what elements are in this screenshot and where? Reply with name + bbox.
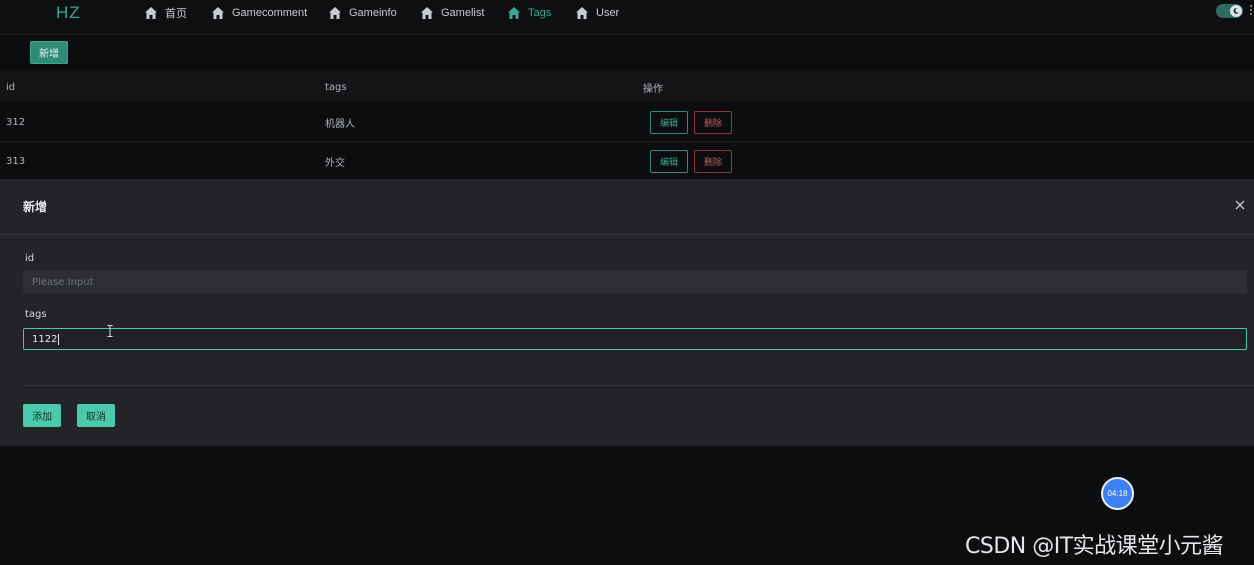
column-header-tags: tags — [325, 81, 347, 93]
dialog-divider — [0, 234, 1254, 235]
table-row: 313 外交 编辑 删除 — [0, 142, 1254, 181]
id-input[interactable]: Please Input — [23, 271, 1247, 293]
dark-mode-toggle[interactable] — [1216, 4, 1243, 18]
more-menu-icon[interactable] — [1250, 5, 1253, 17]
tags-input[interactable]: 1122 — [23, 328, 1247, 350]
id-input-placeholder: Please Input — [32, 276, 94, 288]
add-dialog: 新增 — [0, 179, 1254, 446]
row-tags: 机器人 — [325, 118, 355, 130]
nav-item-label: Tags — [528, 7, 552, 19]
nav-item-gameinfo[interactable]: Gameinfo — [328, 0, 397, 26]
field-label-id: id — [25, 253, 35, 264]
nav-item-gamelist[interactable]: Gamelist — [420, 0, 484, 26]
nav-item-label: 首页 — [165, 8, 187, 20]
home-icon — [329, 7, 341, 19]
column-header-id: id — [6, 81, 16, 93]
top-nav: HZ 首页 Gamecomment Gameinfo Gamelist Tags… — [0, 0, 1254, 35]
dialog-footer-divider — [23, 385, 1254, 386]
nav-item-label: Gameinfo — [349, 7, 397, 19]
column-header-actions: 操作 — [643, 83, 663, 95]
home-icon — [145, 7, 157, 19]
home-icon — [508, 7, 520, 19]
ibeam-cursor-icon — [107, 325, 113, 337]
delete-button[interactable]: 删除 — [694, 111, 732, 134]
nav-item-label: Gamelist — [441, 7, 485, 19]
tags-input-value: 1122 — [32, 333, 58, 345]
timer-badge[interactable]: 04:18 — [1101, 477, 1134, 510]
tags-table: id tags 操作 312 机器人 编辑 删除 313 外交 编辑 删除 — [0, 71, 1254, 181]
nav-item-home[interactable]: 首页 — [144, 0, 187, 26]
table-header: id tags 操作 — [0, 71, 1254, 103]
brand-logo[interactable]: HZ — [56, 3, 81, 23]
edit-button[interactable]: 编辑 — [650, 150, 688, 173]
moon-icon — [1233, 7, 1239, 14]
nav-item-label: User — [596, 7, 620, 19]
cancel-button[interactable]: 取消 — [77, 404, 115, 427]
nav-item-label: Gamecomment — [232, 7, 308, 19]
delete-button[interactable]: 删除 — [694, 150, 732, 173]
home-icon — [212, 7, 224, 19]
row-id: 312 — [6, 116, 26, 128]
row-id: 313 — [6, 155, 26, 167]
table-row: 312 机器人 编辑 删除 — [0, 103, 1254, 142]
submit-button[interactable]: 添加 — [23, 404, 61, 427]
toggle-knob — [1230, 5, 1242, 17]
row-tags: 外交 — [325, 157, 345, 169]
home-icon — [576, 7, 588, 19]
nav-item-user[interactable]: User — [575, 0, 619, 26]
dialog-title: 新增 — [23, 200, 48, 214]
field-label-tags: tags — [25, 309, 47, 320]
edit-button[interactable]: 编辑 — [650, 111, 688, 134]
home-icon — [421, 7, 433, 19]
nav-item-gamecomment[interactable]: Gamecomment — [211, 0, 307, 26]
text-caret — [58, 333, 60, 345]
add-button[interactable]: 新增 — [30, 41, 68, 64]
close-icon[interactable] — [1234, 199, 1246, 211]
nav-item-tags[interactable]: Tags — [507, 0, 551, 26]
page: HZ 首页 Gamecomment Gameinfo Gamelist Tags… — [0, 0, 1254, 565]
watermark-text: CSDN @IT实战课堂小元酱 — [965, 534, 1224, 559]
